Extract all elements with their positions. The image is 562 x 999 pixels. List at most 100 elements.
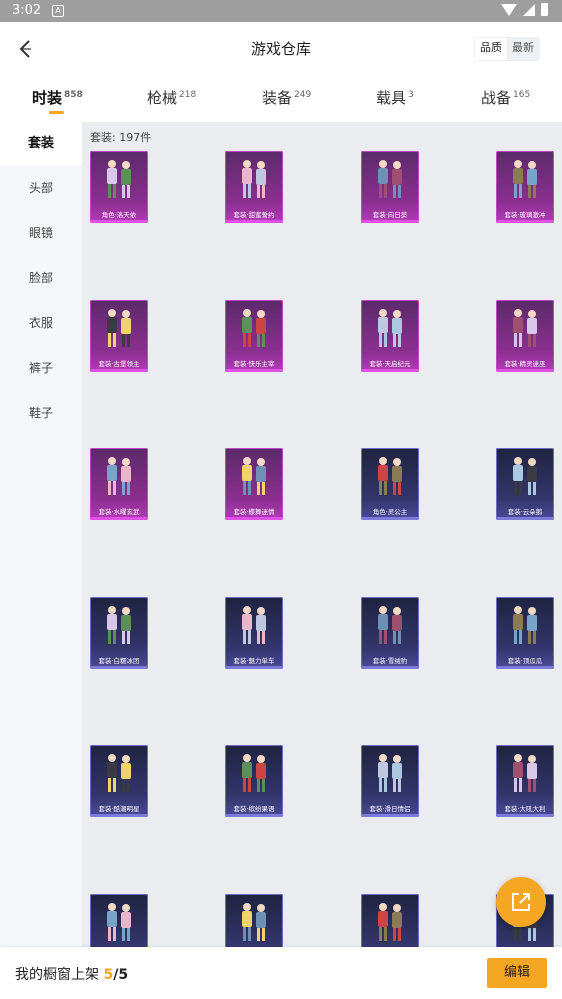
item-card[interactable]: 套装·甜蜜誓约: [225, 151, 283, 223]
item-card[interactable]: 套装·蝶舞迷情: [225, 448, 283, 520]
rarity-bar: [90, 814, 148, 817]
item-card-label: 套装·向日葵: [372, 211, 408, 219]
active-tab-indicator: [49, 111, 64, 114]
item-card[interactable]: 套装·向日葵: [361, 151, 419, 223]
status-bar: 3:02 A: [0, 0, 562, 22]
item-card[interactable]: 套装·大吼大利: [496, 745, 554, 817]
item-card[interactable]: 角色·灵公主: [361, 448, 419, 520]
subcategory-sidebar: 套装 头部 眼镜 脸部 衣服 裤子 鞋子: [0, 122, 82, 947]
tab-count: 165: [513, 90, 531, 100]
notification-icon: A: [52, 5, 64, 17]
outfit-figure-icon: [378, 457, 402, 495]
rarity-bar: [225, 517, 283, 520]
share-out-icon: [512, 893, 530, 911]
tab-guns[interactable]: 枪械 218: [147, 87, 196, 108]
rarity-bar: [90, 666, 148, 669]
item-count-label: 套装: 197件: [90, 131, 152, 144]
outfit-figure-icon: [378, 754, 402, 792]
rarity-bar: [496, 517, 554, 520]
tab-label: 枪械: [147, 89, 178, 107]
sidebar-item-face[interactable]: 脸部: [0, 256, 82, 300]
item-card-label: 套装·甜蜜誓约: [233, 211, 275, 219]
wifi-icon: [501, 3, 517, 16]
sort-by-newest[interactable]: 最新: [507, 38, 539, 60]
rarity-bar: [496, 220, 554, 223]
tab-battle-supplies[interactable]: 战备 165: [481, 87, 530, 108]
item-card-label: 套装·快乐主宰: [233, 360, 275, 368]
tab-label: 载具: [376, 89, 407, 107]
rarity-bar: [90, 517, 148, 520]
item-card[interactable]: 套装·古堡领主: [90, 300, 148, 372]
outfit-figure-icon: [378, 160, 402, 198]
edit-button[interactable]: 编辑: [487, 958, 547, 988]
showcase-current-count: 5: [103, 967, 114, 983]
rarity-bar: [496, 666, 554, 669]
item-card-label: 套装·天启纪元: [369, 360, 411, 368]
tab-fashion[interactable]: 时装 858: [32, 87, 83, 108]
rarity-bar: [361, 220, 419, 223]
item-card[interactable]: 套装·水曜玄武: [90, 448, 148, 520]
tab-equipment[interactable]: 装备 249: [262, 87, 311, 108]
outfit-figure-icon: [107, 457, 131, 495]
sidebar-item-outfit[interactable]: 套装: [0, 122, 82, 166]
item-card[interactable]: 套装·顶瓜瓜: [496, 597, 554, 669]
item-card-label: 套装·顶瓜瓜: [507, 657, 543, 665]
sidebar-item-clothes[interactable]: 衣服: [0, 301, 82, 345]
sort-toggle: 品质 最新: [474, 37, 540, 61]
outfit-figure-icon: [107, 754, 131, 792]
item-card[interactable]: 套装·滑日情侣: [361, 745, 419, 817]
item-card-label: 套装·水曜玄武: [98, 508, 140, 516]
rarity-bar: [225, 220, 283, 223]
tab-label: 战备: [481, 89, 512, 107]
item-card[interactable]: 套装·快乐主宰: [225, 300, 283, 372]
outfit-figure-icon: [378, 309, 402, 347]
item-card[interactable]: 套装·酷潮明星: [90, 745, 148, 817]
outfit-figure-icon: [242, 457, 266, 495]
item-card[interactable]: 套装·云朵鹅: [496, 448, 554, 520]
app-header: 游戏仓库 品质 最新: [0, 22, 562, 76]
sidebar-item-pants[interactable]: 裤子: [0, 346, 82, 390]
tab-count: 249: [294, 90, 312, 100]
item-card-label: 套装·雪绒豹: [372, 657, 408, 665]
item-card-label: 套装·白糯冰团: [98, 657, 140, 665]
item-card[interactable]: 套装·玻璃激冲: [496, 151, 554, 223]
item-card[interactable]: 套装·缤纷果语: [225, 745, 283, 817]
outfit-figure-icon: [242, 309, 266, 347]
outfit-figure-icon: [513, 606, 537, 644]
outfit-figure-icon: [242, 606, 266, 644]
tab-label: 装备: [262, 89, 293, 107]
item-card[interactable]: 套装·天启纪元: [361, 300, 419, 372]
item-card[interactable]: 套装·精灵迷巫: [496, 300, 554, 372]
item-card-label: 套装·古堡领主: [98, 360, 140, 368]
item-card[interactable]: [225, 894, 283, 947]
sidebar-item-glasses[interactable]: 眼镜: [0, 211, 82, 255]
share-button[interactable]: [496, 877, 546, 927]
item-card[interactable]: 套装·雪绒豹: [361, 597, 419, 669]
tab-label: 时装: [32, 89, 63, 107]
rarity-bar: [225, 814, 283, 817]
tab-count: 858: [64, 90, 83, 100]
sidebar-item-shoes[interactable]: 鞋子: [0, 391, 82, 435]
battery-icon: [541, 3, 548, 16]
item-grid: 套装: 197件 角色·洛天依 套装·甜蜜誓约 套装·向日葵 套装·玻璃激冲套装·古堡…: [82, 122, 562, 947]
footer-bar: 我的橱窗上架 5/5 编辑: [0, 947, 562, 999]
item-card[interactable]: [361, 894, 419, 947]
outfit-figure-icon: [513, 309, 537, 347]
rarity-bar: [90, 369, 148, 372]
tab-vehicles[interactable]: 载具 3: [376, 87, 414, 108]
showcase-label: 我的橱窗上架: [15, 967, 99, 983]
item-card[interactable]: 角色·洛天依: [90, 151, 148, 223]
item-card[interactable]: 套装·白糯冰团: [90, 597, 148, 669]
status-icons: [501, 3, 548, 16]
item-card[interactable]: 套装·魅力单车: [225, 597, 283, 669]
outfit-figure-icon: [513, 160, 537, 198]
category-tabs: 时装 858 枪械 218 装备 249 载具 3 战备 165: [0, 76, 562, 122]
rarity-bar: [90, 220, 148, 223]
rarity-bar: [496, 814, 554, 817]
sort-by-quality[interactable]: 品质: [475, 38, 507, 60]
item-card-label: 套装·蝶舞迷情: [233, 508, 275, 516]
sidebar-item-head[interactable]: 头部: [0, 166, 82, 210]
outfit-figure-icon: [513, 754, 537, 792]
item-card[interactable]: [90, 894, 148, 947]
rarity-bar: [496, 369, 554, 372]
